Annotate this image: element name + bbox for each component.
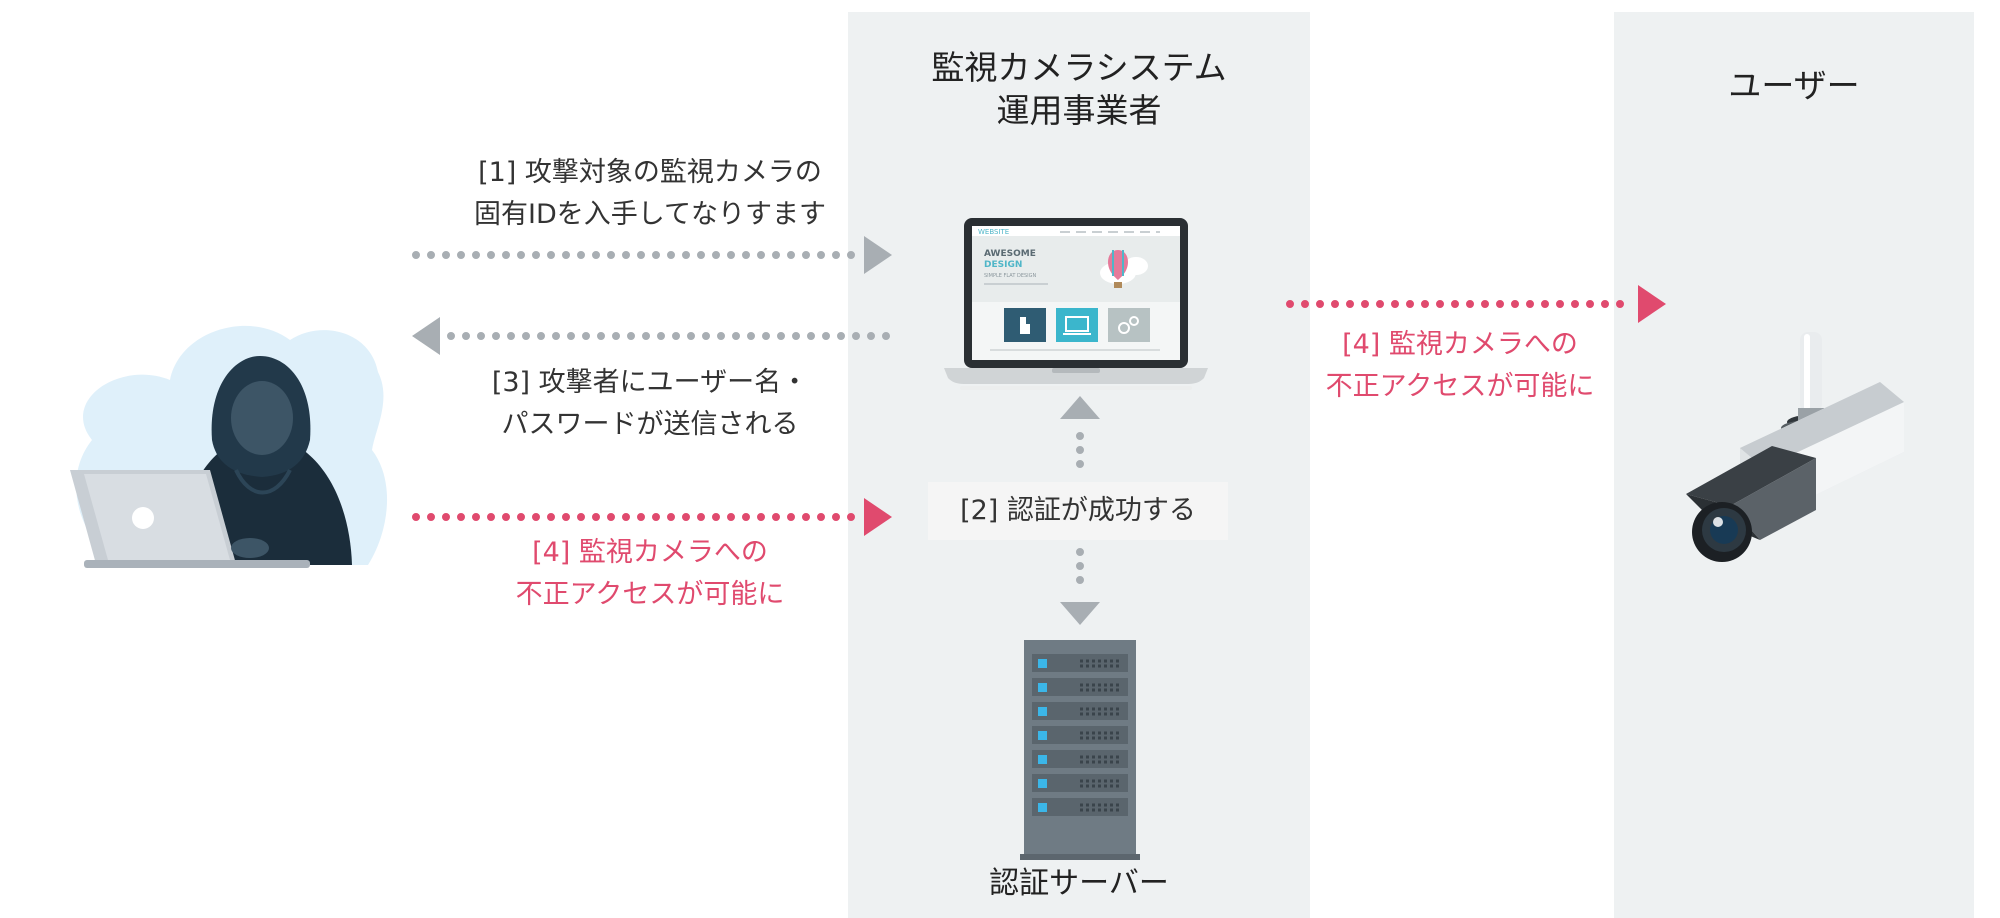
website-headline2: DESIGN (984, 260, 1022, 270)
arrow-step4-attacker (412, 498, 892, 536)
security-camera-illustration (1686, 332, 1904, 562)
website-brand: WEBSITE (978, 228, 1009, 236)
server-illustration (1020, 640, 1140, 860)
website-tagline: SIMPLE FLAT DESIGN (984, 273, 1036, 279)
laptop-illustration: WEBSITE AWESOME DESIGN SIMPLE FLAT DESIG… (944, 218, 1208, 390)
arrow-step3 (412, 317, 890, 355)
arrow-step1 (412, 236, 892, 274)
diagram-graphics: WEBSITE AWESOME DESIGN SIMPLE FLAT DESIG… (70, 218, 1904, 860)
hacker-illustration (70, 325, 388, 568)
website-headline1: AWESOME (984, 249, 1036, 259)
arrow-step2 (1060, 396, 1100, 625)
arrow-step4-user (1286, 285, 1666, 323)
